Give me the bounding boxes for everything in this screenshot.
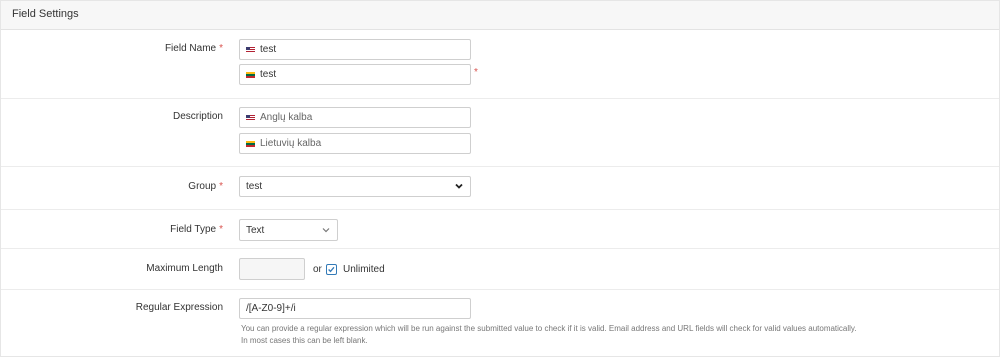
description-lt-input[interactable]: Lietuvių kalba <box>239 133 471 154</box>
unlimited-label: Unlimited <box>343 264 385 275</box>
row-divider <box>1 98 999 99</box>
panel-header: Field Settings <box>1 1 999 30</box>
group-selected-value: test <box>246 181 263 192</box>
field-type-select[interactable]: Text <box>239 219 338 241</box>
chevron-down-icon <box>322 228 330 233</box>
us-flag-icon <box>246 115 255 121</box>
required-mark: * <box>219 181 223 192</box>
description-lt-placeholder: Lietuvių kalba <box>260 138 322 149</box>
side-required-mark: * <box>474 67 478 78</box>
description-en-placeholder: Anglų kalba <box>260 112 313 123</box>
description-en-input[interactable]: Anglų kalba <box>239 107 471 128</box>
regex-help-text: You can provide a regular expression whi… <box>241 324 857 333</box>
regex-value: /[A-Z0-9]+/i <box>246 303 296 314</box>
field-name-label: Field Name * <box>164 43 223 54</box>
field-name-en-input[interactable]: test <box>239 39 471 60</box>
row-divider <box>1 209 999 210</box>
or-text: or <box>313 264 322 275</box>
required-mark: * <box>219 43 223 54</box>
row-divider <box>1 289 999 290</box>
field-name-lt-value: test <box>260 69 277 80</box>
chevron-down-icon <box>455 183 463 189</box>
field-type-label: Field Type * <box>170 224 223 235</box>
regex-input[interactable]: /[A-Z0-9]+/i <box>239 298 471 319</box>
group-label: Group * <box>188 181 223 192</box>
group-select[interactable]: test <box>239 176 471 197</box>
check-icon <box>328 266 335 273</box>
field-settings-panel: Field Settings Field Name * test test * D… <box>0 0 1000 357</box>
lt-flag-icon <box>246 141 255 147</box>
description-label: Description <box>172 111 223 122</box>
regex-label: Regular Expression <box>135 302 223 313</box>
regex-help-text-2: In most cases this can be left blank. <box>241 336 368 345</box>
row-divider <box>1 248 999 249</box>
unlimited-checkbox[interactable] <box>326 264 337 275</box>
field-name-lt-input[interactable]: test <box>239 64 471 85</box>
required-mark: * <box>219 224 223 235</box>
field-name-en-value: test <box>260 44 277 55</box>
max-length-input[interactable] <box>239 258 305 280</box>
us-flag-icon <box>246 47 255 53</box>
row-divider <box>1 166 999 167</box>
field-type-selected-value: Text <box>246 225 265 236</box>
lt-flag-icon <box>246 72 255 78</box>
max-length-label: Maximum Length <box>146 263 223 274</box>
panel-title: Field Settings <box>12 8 79 20</box>
